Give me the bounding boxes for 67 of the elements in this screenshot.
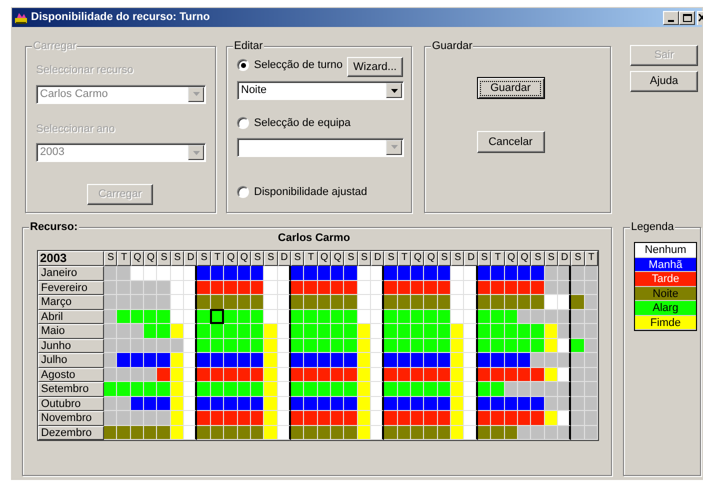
day-header: T (304, 251, 318, 266)
month-label: Outubro (38, 396, 104, 411)
day-header: Q (130, 251, 144, 266)
window-title: Disponibilidade do recurso: Turno (31, 10, 211, 26)
radio-label[interactable]: Selecção de equipa (254, 115, 351, 132)
day-header: Q (318, 251, 331, 266)
day-header: T (398, 251, 412, 266)
day-header: S (197, 251, 211, 266)
button[interactable]: Wizard... (347, 57, 403, 77)
month-label: Maio (38, 324, 104, 338)
day-header: D (558, 251, 572, 266)
day-header: S (358, 251, 372, 266)
month-label: Abril (38, 310, 104, 324)
day-header: S (451, 251, 464, 266)
day-header: S (544, 251, 558, 266)
day-header: T (584, 251, 598, 266)
day-header: T (117, 251, 131, 266)
month-label: Novembro (38, 411, 104, 426)
day-header: Q (144, 251, 158, 266)
day-header: D (371, 251, 384, 266)
month-label: Dezembro (38, 426, 104, 440)
legend-entry: Manhã (635, 258, 696, 272)
day-header: S (531, 251, 545, 266)
legend-entry: Tarde (635, 272, 696, 286)
radio-label[interactable]: Disponibilidade ajustad (254, 184, 368, 200)
resource-name: Carlos Carmo (278, 231, 350, 245)
group-title: Legenda (630, 220, 675, 234)
day-header: D (464, 251, 478, 266)
day-header: Q (518, 251, 532, 266)
day-header: S (344, 251, 358, 266)
day-header: D (184, 251, 198, 266)
legend-entry: Nenhum (635, 243, 696, 258)
radio-label[interactable]: Selecção de turno (254, 57, 343, 74)
day-header: S (250, 251, 264, 266)
day-header: S (264, 251, 278, 266)
dropdown-field[interactable]: Noite (237, 81, 404, 100)
day-header: S (157, 251, 171, 266)
day-header: S (384, 251, 398, 266)
legend-entry: Noite (635, 286, 696, 301)
day-header: T (210, 251, 224, 266)
month-label: Fevereiro (38, 280, 104, 295)
button[interactable]: Ajuda (630, 71, 698, 92)
day-header: S (170, 251, 184, 266)
day-header: Q (238, 251, 251, 266)
day-header: Q (504, 251, 518, 266)
day-header: S (290, 251, 304, 266)
legend-entry: Alarg (635, 301, 696, 316)
day-header: S (104, 251, 118, 266)
legend-entry: Fimde (635, 316, 696, 330)
day-header: Q (411, 251, 424, 266)
button[interactable]: Cancelar (476, 131, 544, 153)
month-label: Julho (38, 353, 104, 368)
day-header: Q (224, 251, 238, 266)
month-label: Agosto (38, 368, 104, 382)
day-header: T (491, 251, 505, 266)
day-header: Q (424, 251, 438, 266)
year-header: 2003 (38, 251, 104, 266)
month-label: Março (38, 295, 104, 310)
day-header: S (438, 251, 452, 266)
day-header: D (278, 251, 291, 266)
day-header: S (571, 251, 585, 266)
month-label: Junho (38, 338, 104, 353)
month-label: Setembro (38, 382, 104, 396)
month-label: Janeiro (38, 266, 104, 280)
day-header: S (478, 251, 492, 266)
day-header: Q (330, 251, 344, 266)
button[interactable]: Guardar (476, 77, 544, 99)
